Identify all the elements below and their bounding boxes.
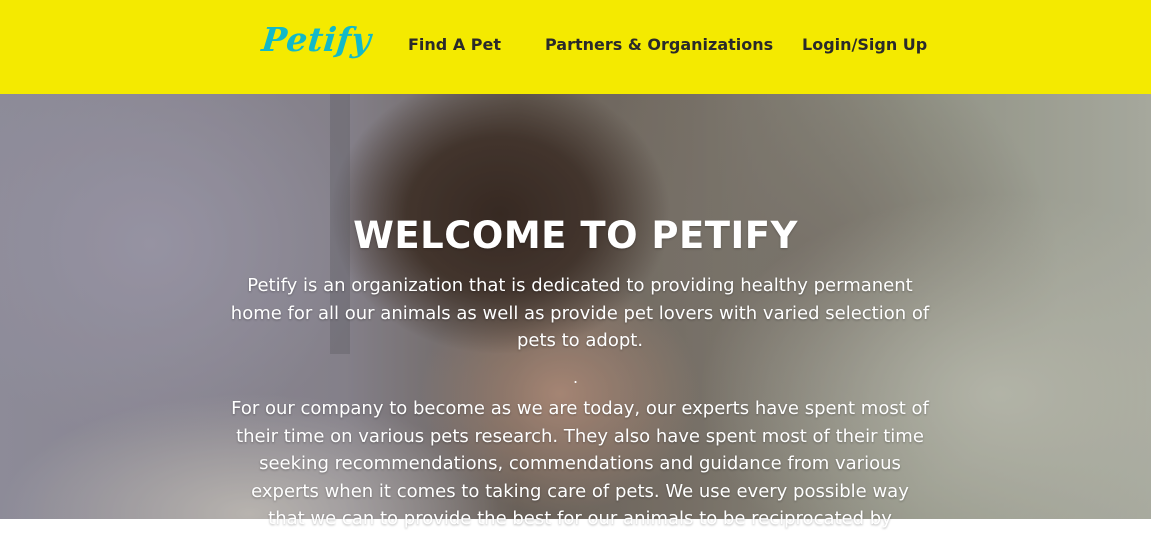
- hero-intro-paragraph: Petify is an organization that is dedica…: [230, 275, 930, 351]
- hero-about-paragraph: For our company to become as we are toda…: [231, 398, 929, 529]
- petify-logo[interactable]: Petify: [260, 20, 373, 59]
- nav-find-a-pet[interactable]: Find A Pet: [408, 35, 501, 54]
- hero-separator: .: [572, 368, 579, 387]
- hero-title: WELCOME TO PETIFY: [353, 214, 798, 257]
- nav-login-signup[interactable]: Login/Sign Up: [802, 35, 927, 54]
- nav-partners-organizations[interactable]: Partners & Organizations: [545, 35, 773, 54]
- top-navbar: Petify Find A Pet Partners & Organizatio…: [0, 0, 1151, 94]
